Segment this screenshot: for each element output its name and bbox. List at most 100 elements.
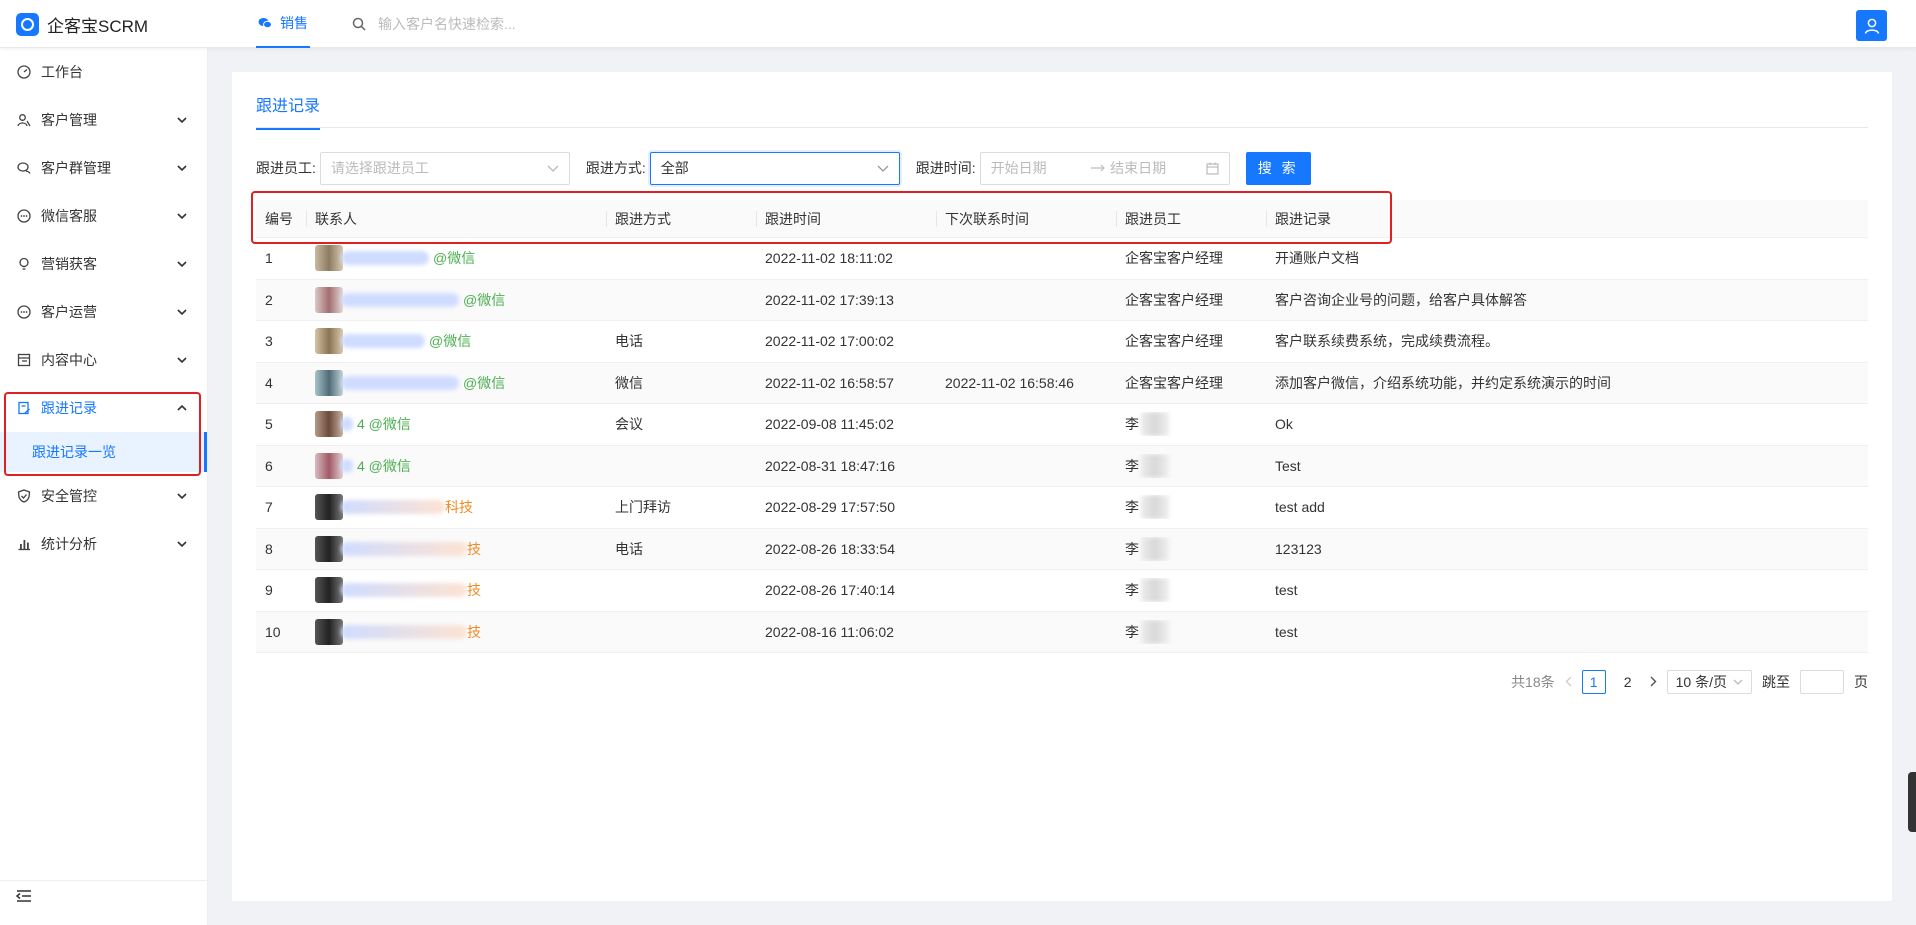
cell-contact[interactable]: 技	[306, 535, 606, 562]
pagination: 共18条 1 2 10 条/页 跳至 页	[1511, 670, 1868, 694]
page-size-select[interactable]: 10 条/页	[1666, 670, 1752, 694]
prev-page-button[interactable]	[1565, 674, 1572, 690]
table-row[interactable]: 6 4 @微信 2022-08-31 18:47:16 李 Test	[256, 445, 1868, 487]
blurred-contact-name	[341, 251, 429, 266]
contact-tag: 技	[467, 582, 481, 599]
cell-id: 6	[265, 457, 273, 474]
blurred-contact-name	[341, 500, 445, 515]
sidebar-item-label: 统计分析	[41, 536, 97, 552]
contact-tag: 4 @微信	[357, 416, 411, 433]
cell-contact[interactable]: 4 @微信	[306, 411, 606, 438]
cell-contact[interactable]: @微信	[306, 369, 606, 396]
arrow-right-icon	[1091, 164, 1106, 172]
table-row[interactable]: 7 科技 上门拜访 2022-08-29 17:57:50 李 test add	[256, 487, 1868, 529]
cell-id: 10	[265, 623, 281, 640]
cell-record: test	[1275, 623, 1298, 640]
contact-tag: @微信	[463, 374, 506, 391]
table-row[interactable]: 2 @微信 2022-11-02 17:39:13 企客宝客户经理 客户咨询企业…	[256, 279, 1868, 321]
search-button[interactable]: 搜 索	[1245, 151, 1311, 185]
chevron-down-icon	[177, 261, 187, 267]
page-number-1[interactable]: 1	[1581, 670, 1606, 694]
cell-contact[interactable]: 技	[306, 577, 606, 604]
table-row[interactable]: 9 技 2022-08-26 17:40:14 李 test	[256, 570, 1868, 612]
page-number-2[interactable]: 2	[1616, 670, 1640, 694]
avatar	[315, 618, 343, 645]
content-card: 跟进记录 跟进员工: 请选择跟进员工 跟进方式: 全部 跟进时间: 开始日期 结…	[232, 72, 1892, 901]
table-row[interactable]: 8 技 电话 2022-08-26 18:33:54 李 123123	[256, 528, 1868, 570]
cell-id: 5	[265, 416, 273, 433]
cell-contact[interactable]: 技	[306, 618, 606, 645]
contact-tag: 技	[467, 540, 481, 557]
side-drawer-handle[interactable]	[1908, 772, 1916, 832]
cell-contact[interactable]: @微信	[306, 286, 606, 313]
sidebar-item-wechat-service[interactable]: 微信客服	[0, 192, 207, 240]
table-row[interactable]: 3 @微信 电话 2022-11-02 17:00:02 企客宝客户经理 客户联…	[256, 321, 1868, 363]
jump-page-input[interactable]	[1800, 670, 1844, 694]
sidebar: 工作台 客户管理 客户群管理 微信客服 营销获客 客户运营 内容中心 跟进记录 …	[0, 48, 208, 925]
cell-contact[interactable]: 4 @微信	[306, 452, 606, 479]
chat-group-icon	[16, 160, 32, 176]
customer-search[interactable]: 输入客户名快速检索...	[352, 14, 516, 34]
sidebar-item-customers[interactable]: 客户管理	[0, 96, 207, 144]
chevron-down-icon	[177, 117, 187, 123]
sidebar-item-customer-ops[interactable]: 客户运营	[0, 288, 207, 336]
column-header-next-time: 下次联系时间	[936, 200, 1116, 238]
sidebar-item-content-center[interactable]: 内容中心	[0, 336, 207, 384]
cell-record: 添加客户微信，介绍系统功能，并约定系统演示的时间	[1275, 374, 1611, 391]
user-avatar-button[interactable]	[1856, 10, 1887, 41]
sidebar-item-security[interactable]: 安全管控	[0, 472, 207, 520]
table-row[interactable]: 5 4 @微信 会议 2022-09-08 11:45:02 李 Ok	[256, 404, 1868, 446]
page-size-value: 10 条/页	[1675, 674, 1727, 690]
top-header: 企客宝SCRM 销售 输入客户名快速检索...	[0, 0, 1916, 48]
sidebar-item-customer-groups[interactable]: 客户群管理	[0, 144, 207, 192]
sidebar-collapse-toggle[interactable]	[15, 889, 32, 907]
blurred-staff-name	[1141, 495, 1169, 520]
cell-record: 开通账户文档	[1275, 250, 1359, 267]
brand[interactable]: 企客宝SCRM	[16, 12, 148, 37]
tab-follow-up-records[interactable]: 跟进记录	[256, 92, 321, 130]
jump-label: 跳至	[1762, 674, 1790, 690]
cell-id: 4	[265, 374, 273, 391]
sidebar-item-analytics[interactable]: 统计分析	[0, 520, 207, 568]
cell-contact[interactable]: @微信	[306, 328, 606, 355]
blurred-staff-name	[1141, 453, 1169, 478]
staff-filter-label: 跟进员工:	[256, 160, 316, 176]
sidebar-item-label: 跟进记录	[41, 400, 97, 416]
cell-contact[interactable]: 科技	[306, 494, 606, 521]
column-header-contact: 联系人	[306, 200, 606, 238]
page-suffix: 页	[1854, 674, 1868, 690]
top-tab-sales[interactable]: 销售	[256, 0, 310, 48]
follow-up-table: 编号 联系人 跟进方式 跟进时间 下次联系时间 跟进员工 跟进记录 1 @微信 …	[256, 200, 1868, 653]
table-row[interactable]: 4 @微信 微信 2022-11-02 16:58:57 2022-11-02 …	[256, 362, 1868, 404]
cell-time: 2022-11-02 16:58:57	[765, 374, 894, 391]
cell-id: 2	[265, 291, 273, 308]
cell-staff: 李	[1116, 619, 1266, 644]
menu-fold-icon	[15, 890, 31, 902]
cell-record: test	[1275, 582, 1298, 599]
next-page-button[interactable]	[1650, 674, 1657, 690]
sidebar-item-label: 营销获客	[41, 256, 97, 272]
sidebar-item-workbench[interactable]: 工作台	[0, 48, 207, 96]
sidebar-item-marketing[interactable]: 营销获客	[0, 240, 207, 288]
cell-next-time: 2022-11-02 16:58:46	[945, 374, 1074, 391]
cell-method: 上门拜访	[615, 499, 671, 516]
pagination-total: 共18条	[1511, 674, 1555, 690]
sidebar-item-follow-up-records[interactable]: 跟进记录	[0, 384, 207, 432]
blurred-staff-name	[1141, 536, 1169, 561]
chevron-down-icon	[177, 541, 187, 547]
sidebar-subitem-follow-up-list[interactable]: 跟进记录一览	[0, 432, 207, 472]
staff-select[interactable]: 请选择跟进员工	[319, 151, 570, 185]
cell-record: test add	[1275, 499, 1325, 516]
start-date-input[interactable]: 开始日期	[991, 158, 1091, 178]
end-date-input[interactable]: 结束日期	[1110, 158, 1206, 178]
staff-name: 李	[1125, 499, 1139, 516]
search-input[interactable]: 输入客户名快速检索...	[378, 14, 516, 34]
cell-contact[interactable]: @微信	[306, 245, 606, 272]
table-row[interactable]: 10 技 2022-08-16 11:06:02 李 test	[256, 611, 1868, 653]
avatar	[315, 369, 343, 396]
cell-id: 9	[265, 582, 273, 599]
chevron-down-icon	[177, 165, 187, 171]
date-range-picker[interactable]: 开始日期 结束日期	[979, 151, 1230, 185]
table-row[interactable]: 1 @微信 2022-11-02 18:11:02 企客宝客户经理 开通账户文档	[256, 238, 1868, 280]
method-select[interactable]: 全部	[649, 151, 900, 185]
